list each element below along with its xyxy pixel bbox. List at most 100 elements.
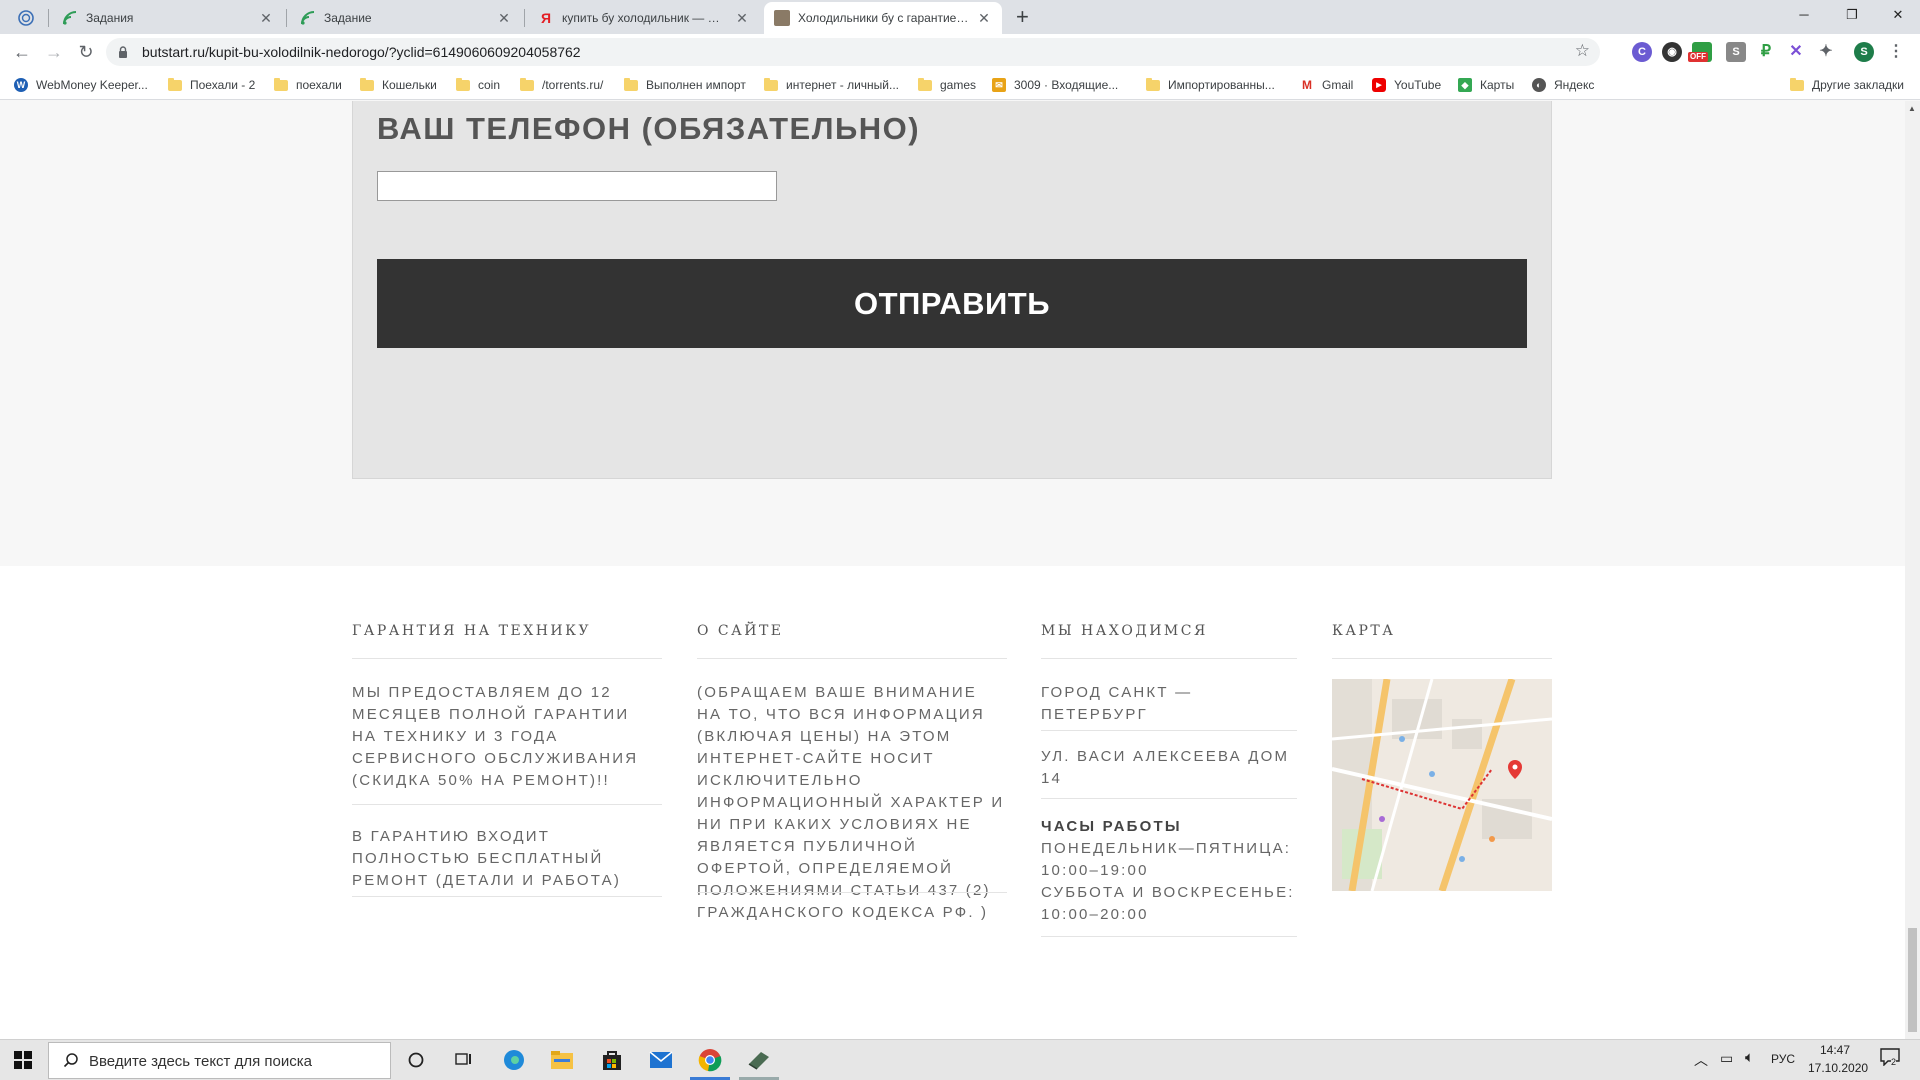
hours-title: ЧАСЫ РАБОТЫ xyxy=(1041,818,1182,835)
bookmark-label: Яндекс xyxy=(1554,78,1595,92)
signal-icon xyxy=(62,10,78,26)
bookmark-item[interactable]: интернет - личный... xyxy=(764,77,899,93)
bookmark-item[interactable]: ◐ Яндекс xyxy=(1532,77,1594,93)
bookmark-star-icon[interactable]: ☆ xyxy=(1575,41,1590,61)
extension-ruble-icon[interactable]: ₽ xyxy=(1756,42,1776,62)
scroll-up-icon[interactable]: ▲ xyxy=(1908,104,1916,113)
chrome-icon[interactable] xyxy=(698,1048,722,1072)
bookmark-item[interactable]: games xyxy=(918,77,976,93)
bookmark-label: Выполнен импорт xyxy=(646,78,746,92)
lock-icon xyxy=(118,45,128,58)
clock-time[interactable]: 14:47 xyxy=(1820,1043,1850,1057)
folder-icon xyxy=(918,77,932,91)
bookmark-item[interactable]: W WebMoney Keeper... xyxy=(14,77,148,93)
extension-gift-icon[interactable]: OFF xyxy=(1688,42,1712,62)
volume-icon[interactable]: 🔈︎ xyxy=(1745,1049,1754,1066)
globe-spiral-icon xyxy=(18,10,34,26)
bookmark-item[interactable]: ✉ 3009 · Входящие... xyxy=(992,77,1118,93)
menu-kebab-icon[interactable]: ⋮ xyxy=(1886,42,1906,62)
folder-icon xyxy=(168,77,182,91)
close-icon[interactable]: ✕ xyxy=(496,10,512,27)
network-icon[interactable]: ▭ xyxy=(1720,1050,1733,1067)
bookmarks-bar: W WebMoney Keeper... Поехали - 2 поехали… xyxy=(0,70,1920,100)
folder-icon xyxy=(360,77,374,91)
browser-toolbar: ← → ↻ butstart.ru/kupit-bu-xolodilnik-ne… xyxy=(0,34,1920,70)
tab-zadaniya[interactable]: Задания ✕ xyxy=(52,2,284,34)
page-viewport: ВАШ ТЕЛЕФОН (ОБЯЗАТЕЛЬНО) ОТПРАВИТЬ ГАРА… xyxy=(0,101,1920,1039)
mail-app-icon[interactable] xyxy=(649,1048,673,1072)
phone-input[interactable] xyxy=(377,171,777,201)
tab-pinned[interactable] xyxy=(8,2,52,34)
other-bookmarks[interactable]: Другие закладки xyxy=(1790,77,1904,93)
bookmark-label: Gmail xyxy=(1322,78,1354,92)
location-map[interactable] xyxy=(1332,679,1552,891)
clock-date[interactable]: 17.10.2020 xyxy=(1808,1061,1868,1075)
bookmark-label: Кошельки xyxy=(382,78,437,92)
bookmark-item[interactable]: Импортированны... xyxy=(1146,77,1275,93)
bookmark-item[interactable]: Поехали - 2 xyxy=(168,77,255,93)
extension-c-icon[interactable]: C xyxy=(1632,42,1652,62)
bookmark-item[interactable]: Выполнен импорт xyxy=(624,77,746,93)
forward-button[interactable]: → xyxy=(42,40,66,64)
about-text: (ОБРАЩАЕМ ВАШЕ ВНИМАНИЕ НА ТО, ЧТО ВСЯ И… xyxy=(697,684,1005,921)
bookmark-item[interactable]: M Gmail xyxy=(1300,77,1353,93)
hours-weekend: СУББОТА И ВОСКРЕСЕНЬЕ: 10:00–20:00 xyxy=(1041,884,1295,923)
close-icon[interactable]: ✕ xyxy=(734,10,750,27)
cortana-icon[interactable] xyxy=(404,1048,428,1072)
bookmark-item[interactable]: ▶ YouTube xyxy=(1372,77,1441,93)
extensions-puzzle-icon[interactable]: ✦ xyxy=(1816,42,1836,62)
extension-grid-icon[interactable]: S xyxy=(1726,42,1746,62)
bookmark-item[interactable]: ◆ Карты xyxy=(1458,77,1514,93)
site-footer: ГАРАНТИЯ НА ТЕХНИКУ МЫ ПРЕДОСТАВЛЯЕМ ДО … xyxy=(0,566,1905,1039)
language-indicator[interactable]: РУС xyxy=(1771,1052,1795,1066)
close-icon[interactable]: ✕ xyxy=(976,10,992,27)
street-text: УЛ. ВАСИ АЛЕКСЕЕВА ДОМ 14 xyxy=(1041,748,1290,787)
close-window-button[interactable]: ✕ xyxy=(1876,0,1920,30)
tab-yandex-search[interactable]: Я купить бу холодильник — Яндекс ✕ xyxy=(528,2,760,34)
bookmark-item[interactable]: поехали xyxy=(274,77,342,93)
gmail-icon: M xyxy=(1300,78,1314,92)
bookmark-label: Поехали - 2 xyxy=(190,78,256,92)
bookmark-item[interactable]: /torrents.ru/ xyxy=(520,77,603,93)
bookmark-label: Карты xyxy=(1480,78,1515,92)
scrollbar-thumb[interactable] xyxy=(1908,928,1917,1032)
new-tab-button[interactable]: + xyxy=(1016,4,1029,30)
tab-title: Задание xyxy=(324,11,372,25)
maps-icon: ◆ xyxy=(1458,78,1472,92)
edge-icon[interactable] xyxy=(502,1048,526,1072)
restore-button[interactable]: ❐ xyxy=(1830,0,1874,30)
hours-weekdays: ПОНЕДЕЛЬНИК—ПЯТНИЦА: 10:00–19:00 xyxy=(1041,840,1292,879)
minimize-button[interactable]: ─ xyxy=(1782,0,1826,30)
windows-start-icon[interactable] xyxy=(14,1051,32,1069)
tray-chevron-icon[interactable]: ︿ xyxy=(1694,1050,1708,1070)
tab-active[interactable]: Холодильники бу с гарантией и ✕ xyxy=(764,2,1002,34)
search-placeholder: Введите здесь текст для поиска xyxy=(89,1053,312,1070)
site-favicon-icon xyxy=(774,10,790,26)
task-view-icon[interactable] xyxy=(451,1048,475,1072)
close-icon[interactable]: ✕ xyxy=(258,10,274,27)
store-icon[interactable] xyxy=(600,1048,624,1072)
page-scrollbar[interactable]: ▲ xyxy=(1905,101,1920,1039)
bookmark-label: WebMoney Keeper... xyxy=(36,78,148,92)
city-text: ГОРОД САНКТ — ПЕТЕРБУРГ xyxy=(1041,684,1193,723)
off-badge: OFF xyxy=(1688,52,1708,62)
back-button[interactable]: ← xyxy=(10,40,34,64)
yandex-icon: ◐ xyxy=(1532,78,1546,92)
taskbar-search-input[interactable]: Введите здесь текст для поиска xyxy=(48,1042,391,1079)
bookmark-item[interactable]: Кошельки xyxy=(360,77,437,93)
folder-icon xyxy=(1146,77,1160,91)
youtube-icon: ▶ xyxy=(1372,78,1386,92)
submit-button[interactable]: ОТПРАВИТЬ xyxy=(377,259,1527,348)
warranty-text: МЫ ПРЕДОСТАВЛЯЕМ ДО 12 МЕСЯЦЕВ ПОЛНОЙ ГА… xyxy=(352,684,639,789)
bookmark-item[interactable]: coin xyxy=(456,77,500,93)
app-book-icon[interactable] xyxy=(747,1048,771,1072)
tab-zadanie[interactable]: Задание ✕ xyxy=(290,2,522,34)
file-explorer-icon[interactable] xyxy=(550,1048,574,1072)
reload-button[interactable]: ↻ xyxy=(74,40,98,64)
extension-x-icon[interactable]: ✕ xyxy=(1786,42,1806,62)
bookmark-label: 3009 · Входящие... xyxy=(1014,78,1119,92)
profile-avatar[interactable]: S xyxy=(1854,42,1874,62)
notifications-icon[interactable]: 2 xyxy=(1880,1048,1904,1070)
extension-mask-icon[interactable]: ◉ xyxy=(1662,42,1682,62)
address-bar[interactable]: butstart.ru/kupit-bu-xolodilnik-nedorogo… xyxy=(106,38,1600,66)
